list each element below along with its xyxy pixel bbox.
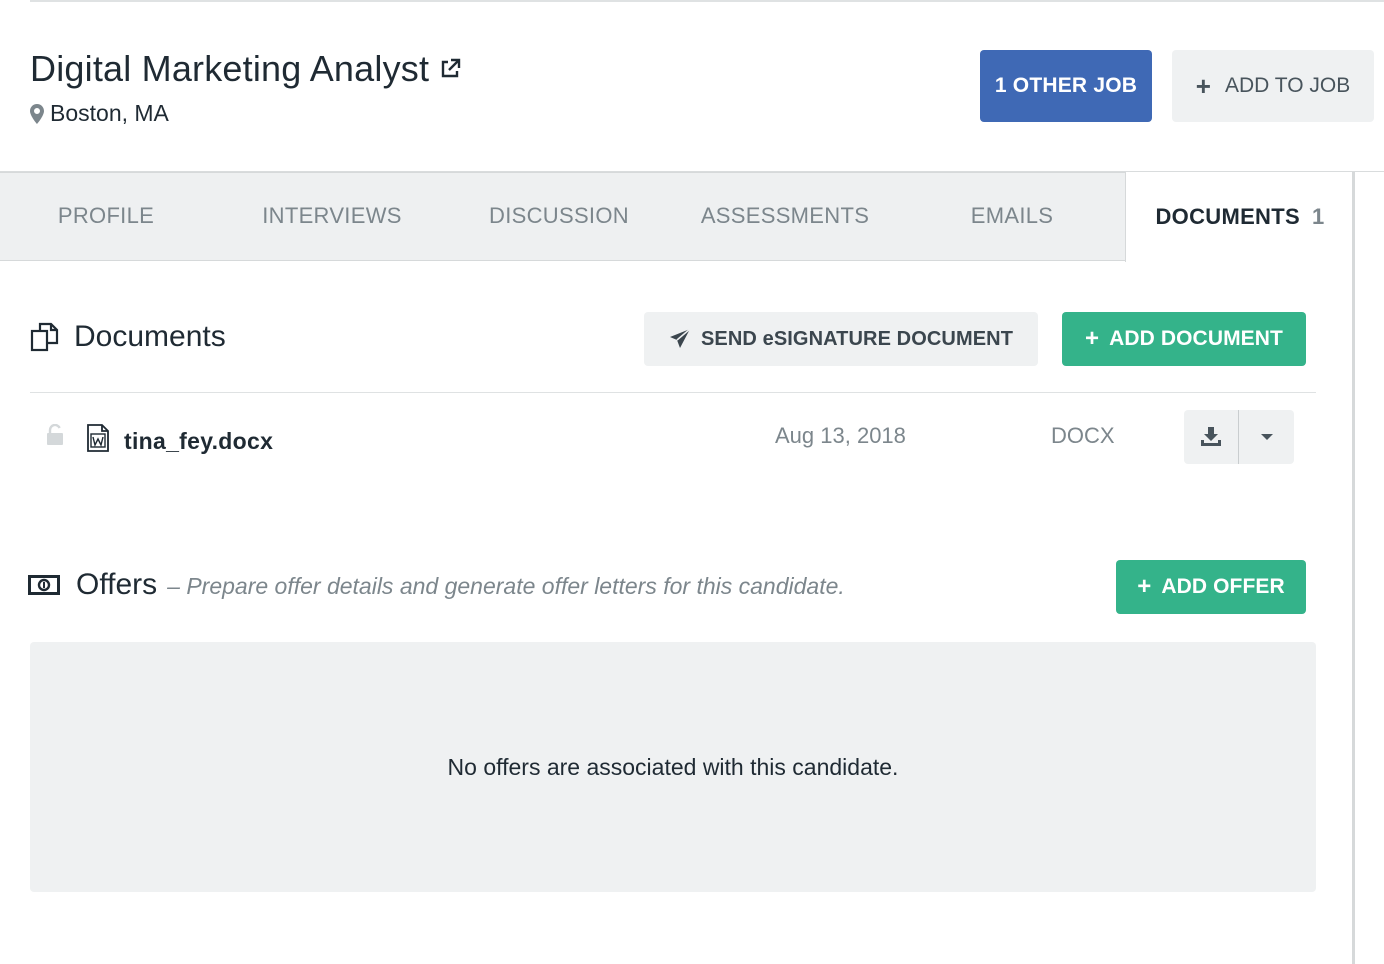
panel-right-border bbox=[1352, 172, 1355, 964]
tab-documents[interactable]: DOCUMENTS 1 bbox=[1125, 172, 1354, 262]
document-actions bbox=[1184, 410, 1294, 464]
plus-icon: + bbox=[1195, 71, 1211, 101]
document-row: tina_fey.docx Aug 13, 2018 DOCX bbox=[0, 394, 1320, 484]
add-document-button[interactable]: + ADD DOCUMENT bbox=[1062, 312, 1306, 366]
documents-icon bbox=[30, 322, 60, 352]
document-name[interactable]: tina_fey.docx bbox=[124, 428, 273, 455]
offers-empty-message: No offers are associated with this candi… bbox=[447, 753, 899, 780]
job-title-row: Digital Marketing Analyst bbox=[30, 48, 461, 90]
download-icon bbox=[1200, 427, 1222, 447]
lock-icon bbox=[46, 424, 64, 446]
document-date: Aug 13, 2018 bbox=[775, 423, 906, 448]
documents-header: Documents bbox=[30, 320, 226, 354]
tab-documents-label: DOCUMENTS bbox=[1155, 204, 1300, 229]
map-pin-icon bbox=[30, 103, 44, 124]
candidate-tabs: PROFILE INTERVIEWS DISCUSSION ASSESSMENT… bbox=[0, 172, 1354, 262]
documents-title: Documents bbox=[74, 320, 226, 353]
documents-divider bbox=[30, 392, 1316, 393]
job-title[interactable]: Digital Marketing Analyst bbox=[30, 48, 429, 90]
add-offer-button[interactable]: + ADD OFFER bbox=[1116, 560, 1306, 614]
money-icon bbox=[28, 574, 60, 596]
send-esignature-button[interactable]: SEND eSIGNATURE DOCUMENT bbox=[644, 312, 1038, 366]
send-esignature-label: SEND eSIGNATURE DOCUMENT bbox=[700, 327, 1014, 350]
add-document-label: ADD DOCUMENT bbox=[1109, 327, 1283, 350]
tab-profile[interactable]: PROFILE bbox=[0, 172, 212, 260]
add-to-job-label: ADD TO JOB bbox=[1224, 74, 1351, 97]
offers-subtitle: – Prepare offer details and generate off… bbox=[167, 573, 845, 599]
paper-plane-icon bbox=[669, 328, 691, 350]
external-link-icon[interactable] bbox=[439, 58, 461, 80]
download-button[interactable] bbox=[1184, 410, 1239, 464]
offers-empty-state: No offers are associated with this candi… bbox=[30, 642, 1316, 892]
caret-down-icon bbox=[1260, 433, 1274, 441]
other-job-button[interactable]: 1 OTHER JOB bbox=[980, 50, 1152, 122]
document-type: DOCX bbox=[1051, 423, 1115, 448]
add-offer-label: ADD OFFER bbox=[1161, 575, 1285, 598]
offers-header: Offers – Prepare offer details and gener… bbox=[28, 568, 845, 602]
location-row: Boston, MA bbox=[30, 100, 169, 127]
offers-title: Offers bbox=[76, 568, 158, 601]
document-options-button[interactable] bbox=[1239, 410, 1294, 464]
add-to-job-button[interactable]: + ADD TO JOB bbox=[1172, 50, 1374, 122]
word-file-icon bbox=[86, 424, 110, 452]
plus-icon: + bbox=[1085, 325, 1100, 352]
tab-interviews[interactable]: INTERVIEWS bbox=[212, 172, 452, 260]
job-header: Digital Marketing Analyst Boston, MA 1 O… bbox=[0, 2, 1384, 172]
tab-documents-count: 1 bbox=[1311, 204, 1325, 229]
tab-discussion[interactable]: DISCUSSION bbox=[446, 172, 672, 260]
tab-emails[interactable]: EMAILS bbox=[898, 172, 1126, 260]
tab-assessments[interactable]: ASSESSMENTS bbox=[672, 172, 898, 260]
plus-icon: + bbox=[1137, 573, 1152, 600]
job-location: Boston, MA bbox=[50, 100, 169, 126]
